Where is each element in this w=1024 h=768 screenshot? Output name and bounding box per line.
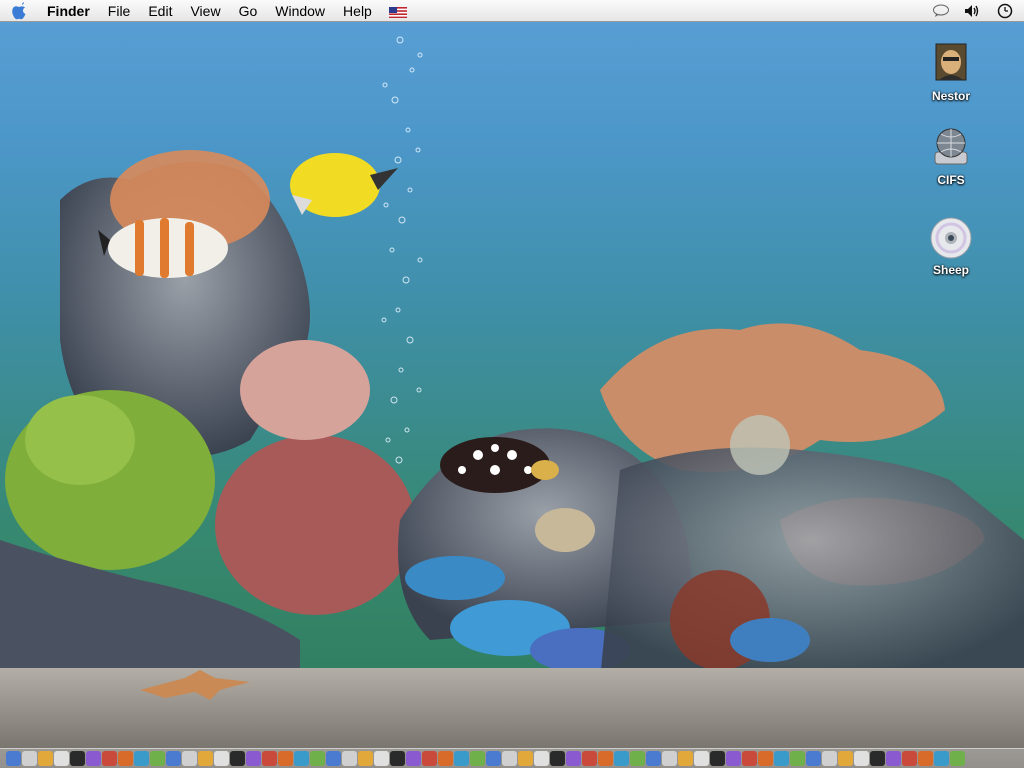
dock-app-icon[interactable] (710, 751, 725, 766)
dock-app-icon[interactable] (534, 751, 549, 766)
dock-app-icon[interactable] (246, 751, 261, 766)
menu-help[interactable]: Help (334, 0, 381, 22)
dock-app-icon[interactable] (326, 751, 341, 766)
dock-app-icon[interactable] (822, 751, 837, 766)
dock-app-icon[interactable] (6, 751, 21, 766)
dock-app-icon[interactable] (950, 751, 965, 766)
dock-app-icon[interactable] (198, 751, 213, 766)
dock-app-icon[interactable] (470, 751, 485, 766)
dock-app-icon[interactable] (406, 751, 421, 766)
dock-app-icon[interactable] (742, 751, 757, 766)
dock-app-icon[interactable] (38, 751, 53, 766)
desktop-icon-nestor[interactable]: Nestor (916, 42, 986, 103)
dock-app-icon[interactable] (166, 751, 181, 766)
dock-app-icon[interactable] (614, 751, 629, 766)
dock-app-icon[interactable] (870, 751, 885, 766)
dock-app-icon[interactable] (278, 751, 293, 766)
dock-app-icon[interactable] (294, 751, 309, 766)
user-portrait-icon (929, 42, 973, 86)
dock-app-icon[interactable] (838, 751, 853, 766)
dock-app-icon[interactable] (646, 751, 661, 766)
dock-app-icon[interactable] (230, 751, 245, 766)
dock-app-icon[interactable] (486, 751, 501, 766)
cd-disc-icon (929, 216, 973, 260)
dock (0, 748, 1024, 768)
dock-app-icon[interactable] (310, 751, 325, 766)
menu-view[interactable]: View (181, 0, 229, 22)
menu-bar: Finder File Edit View Go Window Help (0, 0, 1024, 22)
bubble-column (381, 36, 423, 464)
dock-app-icon[interactable] (454, 751, 469, 766)
dock-app-icon[interactable] (502, 751, 517, 766)
volume-icon[interactable] (964, 2, 982, 20)
dock-app-icon[interactable] (726, 751, 741, 766)
dock-app-icon[interactable] (678, 751, 693, 766)
dock-app-icon[interactable] (374, 751, 389, 766)
dock-app-icon[interactable] (342, 751, 357, 766)
dock-app-icon[interactable] (694, 751, 709, 766)
dock-app-icon[interactable] (886, 751, 901, 766)
network-globe-drive-icon (929, 126, 973, 170)
desktop-icon-label: CIFS (937, 173, 965, 187)
dock-app-icon[interactable] (854, 751, 869, 766)
app-menu-finder[interactable]: Finder (38, 0, 99, 22)
dock-app-icon[interactable] (150, 751, 165, 766)
dock-app-icon[interactable] (390, 751, 405, 766)
aquarium-wallpaper (0, 36, 1024, 768)
dock-app-icon[interactable] (438, 751, 453, 766)
menu-window[interactable]: Window (266, 0, 334, 22)
dock-app-icon[interactable] (918, 751, 933, 766)
menu-go[interactable]: Go (230, 0, 267, 22)
desktop-icon-label: Nestor (931, 89, 970, 103)
dock-app-icon[interactable] (86, 751, 101, 766)
dock-app-icon[interactable] (102, 751, 117, 766)
dock-app-icon[interactable] (934, 751, 949, 766)
dock-app-icon[interactable] (902, 751, 917, 766)
dock-app-icon[interactable] (790, 751, 805, 766)
dock-app-icon[interactable] (422, 751, 437, 766)
desktop[interactable]: Finder File Edit View Go Window Help Nes… (0, 0, 1024, 768)
menu-edit[interactable]: Edit (139, 0, 181, 22)
dock-app-icon[interactable] (134, 751, 149, 766)
dock-app-icon[interactable] (662, 751, 677, 766)
clock-icon[interactable] (996, 2, 1014, 20)
dock-app-icon[interactable] (582, 751, 597, 766)
dock-app-icon[interactable] (22, 751, 37, 766)
dock-app-icon[interactable] (806, 751, 821, 766)
speech-bubble-icon[interactable] (932, 2, 950, 20)
dock-app-icon[interactable] (566, 751, 581, 766)
dock-app-icon[interactable] (518, 751, 533, 766)
dock-app-icon[interactable] (118, 751, 133, 766)
dock-app-icon[interactable] (262, 751, 277, 766)
dock-app-icon[interactable] (214, 751, 229, 766)
menu-file[interactable]: File (99, 0, 140, 22)
dock-app-icon[interactable] (774, 751, 789, 766)
dock-app-icon[interactable] (70, 751, 85, 766)
us-flag-icon[interactable] (388, 5, 407, 18)
dock-app-icon[interactable] (630, 751, 645, 766)
apple-icon[interactable] (0, 0, 38, 22)
menu-extras (932, 2, 1024, 20)
dock-app-icon[interactable] (598, 751, 613, 766)
desktop-icon-cifs[interactable]: CIFS (916, 126, 986, 187)
desktop-icon-sheep[interactable]: Sheep (916, 216, 986, 277)
dock-app-icon[interactable] (358, 751, 373, 766)
yellow-fish (290, 153, 398, 217)
dock-app-icon[interactable] (182, 751, 197, 766)
dock-app-icon[interactable] (758, 751, 773, 766)
desktop-icon-label: Sheep (932, 263, 969, 277)
dock-app-icon[interactable] (54, 751, 69, 766)
dock-app-icon[interactable] (550, 751, 565, 766)
